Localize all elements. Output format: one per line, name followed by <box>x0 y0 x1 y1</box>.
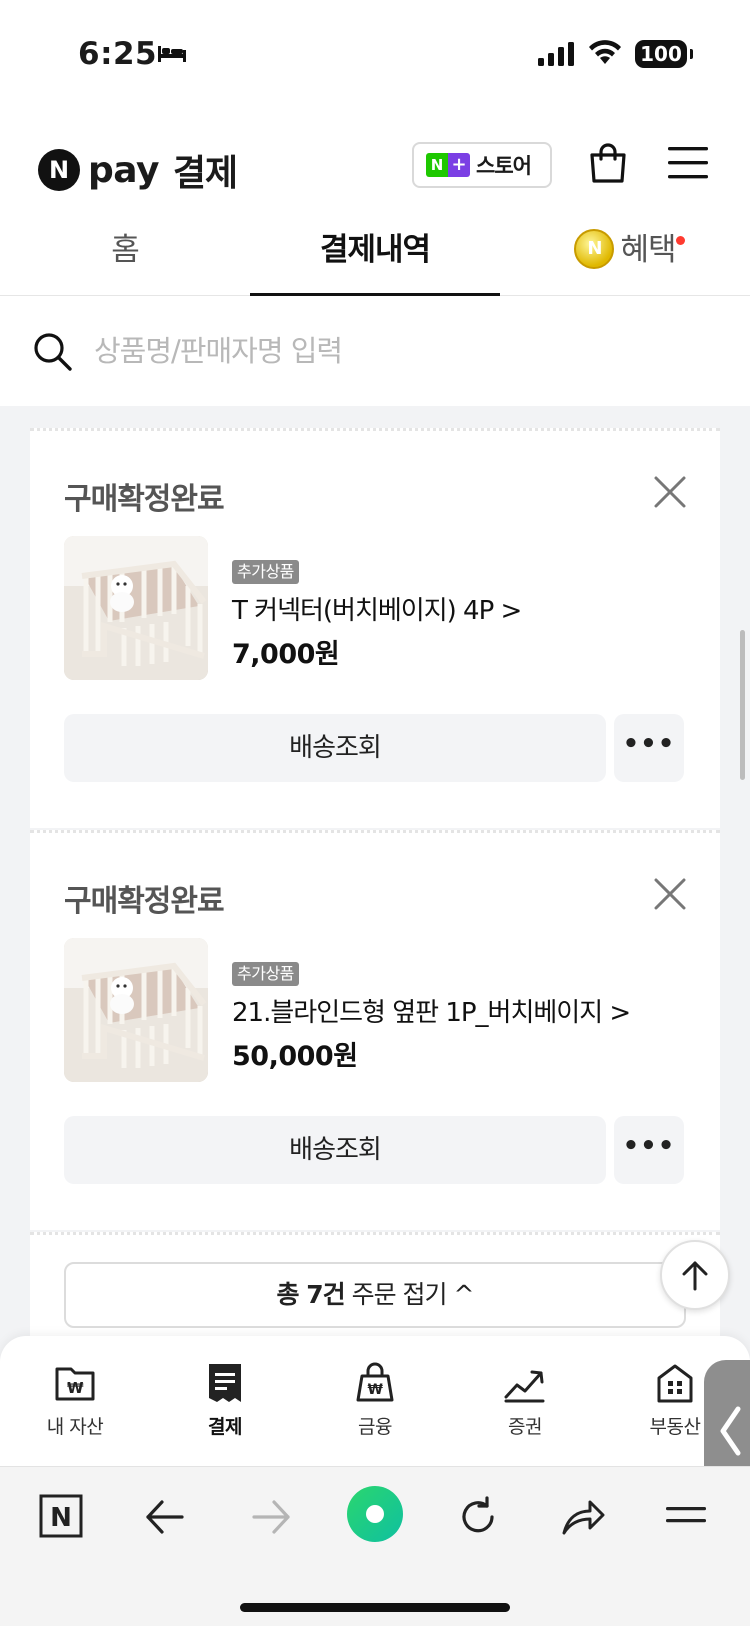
search-icon <box>34 333 72 371</box>
logo-pay-text: pay <box>88 149 159 191</box>
refresh-button[interactable] <box>456 1495 500 1543</box>
naver-n-square-icon: N <box>39 1494 83 1538</box>
share-arrow-icon <box>562 1500 605 1535</box>
order-status: 구매확정완료 <box>64 482 225 517</box>
refresh-icon <box>462 1496 494 1533</box>
cellular-signal-icon <box>538 42 574 66</box>
bottom-navigation: ₩ 내 자산 결제 ₩ 금융 증권 부동산 <box>0 1336 750 1466</box>
nav-stocks[interactable]: 증권 <box>470 1362 580 1439</box>
npay-logo[interactable]: N pay 결제 <box>38 144 238 196</box>
more-options-button[interactable]: ••• <box>614 714 684 782</box>
nav-real-estate-label: 부동산 <box>649 1416 701 1438</box>
page-title: 결제 <box>172 153 238 194</box>
nav-my-assets-label: 내 자산 <box>46 1416 104 1438</box>
product-price: 50,000원 <box>232 1041 358 1072</box>
track-delivery-button[interactable]: 배송조회 <box>64 714 606 782</box>
store-label: 스토어 <box>476 154 532 178</box>
hamburger-menu-icon[interactable] <box>668 146 708 180</box>
building-icon <box>657 1364 693 1403</box>
svg-text:₩: ₩ <box>67 1379 84 1397</box>
nav-finance-label: 금융 <box>358 1416 392 1438</box>
browser-menu-button[interactable] <box>666 1501 706 1535</box>
browser-toolbar: N <box>0 1466 750 1626</box>
tab-benefits[interactable]: N 혜택 <box>500 218 750 296</box>
status-bar: 6:25 100 <box>0 0 750 110</box>
notification-dot <box>676 236 685 245</box>
share-button[interactable] <box>560 1497 606 1541</box>
npay-coin-icon: N <box>574 228 615 269</box>
search-bar <box>0 296 750 406</box>
order-status: 구매확정완료 <box>64 884 225 919</box>
chevron-left-icon <box>720 1406 741 1456</box>
order-total-count: 총 7건 <box>276 1280 346 1309</box>
wifi-icon <box>589 40 621 64</box>
battery-indicator: 100 <box>635 40 693 68</box>
order-card: 구매확정완료 <box>30 428 720 828</box>
product-thumbnail[interactable] <box>64 536 208 680</box>
additional-product-badge: 추가상품 <box>232 962 299 986</box>
naver-n-logo: N <box>38 149 80 191</box>
naver-n-badge: N <box>426 153 448 177</box>
tab-payment-history-label: 결제내역 <box>319 232 431 268</box>
nav-finance[interactable]: ₩ 금융 <box>320 1362 430 1439</box>
sleep-bed-icon <box>158 46 186 62</box>
receipt-icon <box>209 1364 241 1402</box>
status-time: 6:25 <box>78 36 158 72</box>
green-dot-button[interactable] <box>346 1485 404 1547</box>
playpen-product-image <box>64 938 208 1082</box>
svg-text:₩: ₩ <box>368 1382 384 1398</box>
wallet-icon: ₩ <box>55 1367 95 1401</box>
tab-home[interactable]: 홈 <box>0 218 250 296</box>
plus-badge: + <box>448 153 470 177</box>
naver-home-button[interactable]: N <box>38 1493 84 1543</box>
green-dot-icon <box>347 1486 403 1542</box>
close-icon[interactable] <box>652 876 688 912</box>
dotted-divider <box>30 428 720 431</box>
money-bag-icon: ₩ <box>356 1362 394 1402</box>
nav-payment-label: 결제 <box>208 1416 242 1438</box>
playpen-product-image <box>64 536 208 680</box>
product-thumbnail[interactable] <box>64 938 208 1082</box>
nav-my-assets[interactable]: ₩ 내 자산 <box>20 1362 130 1439</box>
arrow-right-icon <box>252 1500 290 1534</box>
back-button[interactable] <box>144 1497 186 1541</box>
forward-button[interactable] <box>250 1497 292 1541</box>
main-tabs: 홈 결제내역 N 혜택 <box>0 218 750 297</box>
naver-plus-store-button[interactable]: N + 스토어 <box>412 142 552 188</box>
arrow-left-icon <box>146 1500 184 1534</box>
order-list: 구매확정완료 추가상품 T 커넥터(버치베이지) 4P > 7,000원 배송조… <box>0 406 750 1336</box>
dotted-divider <box>30 1232 720 1235</box>
scrollbar[interactable] <box>740 630 745 780</box>
order-group-footer: 총 7건 주문 접기 ^ <box>30 1232 720 1336</box>
order-card: 구매확정완료 <box>30 830 720 1230</box>
stock-chart-icon <box>504 1370 545 1403</box>
scroll-to-top-button[interactable] <box>660 1240 730 1310</box>
more-options-button[interactable]: ••• <box>614 1116 684 1184</box>
tab-home-label: 홈 <box>111 232 140 268</box>
shopping-bag-icon[interactable] <box>588 142 628 184</box>
menu-lines-icon <box>666 1507 706 1523</box>
product-price: 7,000원 <box>232 639 340 670</box>
additional-product-badge: 추가상품 <box>232 560 299 584</box>
dotted-divider <box>30 830 720 833</box>
app-header: N pay 결제 N + 스토어 <box>0 110 750 218</box>
product-name-link[interactable]: T 커넥터(버치베이지) 4P > <box>232 590 522 627</box>
collapse-orders-button[interactable]: 총 7건 주문 접기 ^ <box>64 1262 686 1328</box>
tab-payment-history[interactable]: 결제내역 <box>250 218 500 297</box>
home-indicator[interactable] <box>240 1603 510 1612</box>
nav-stocks-label: 증권 <box>508 1416 542 1438</box>
arrow-up-icon <box>682 1261 708 1291</box>
search-input[interactable] <box>94 326 654 376</box>
collapse-label: 주문 접기 ^ <box>351 1280 475 1309</box>
svg-text:N: N <box>50 1503 72 1533</box>
nav-payment[interactable]: 결제 <box>170 1362 280 1439</box>
product-name-link[interactable]: 21.블라인드형 옆판 1P_버치베이지 > <box>232 992 631 1029</box>
track-delivery-button[interactable]: 배송조회 <box>64 1116 606 1184</box>
tab-benefits-label: 혜택 <box>620 232 676 268</box>
close-icon[interactable] <box>652 474 688 510</box>
